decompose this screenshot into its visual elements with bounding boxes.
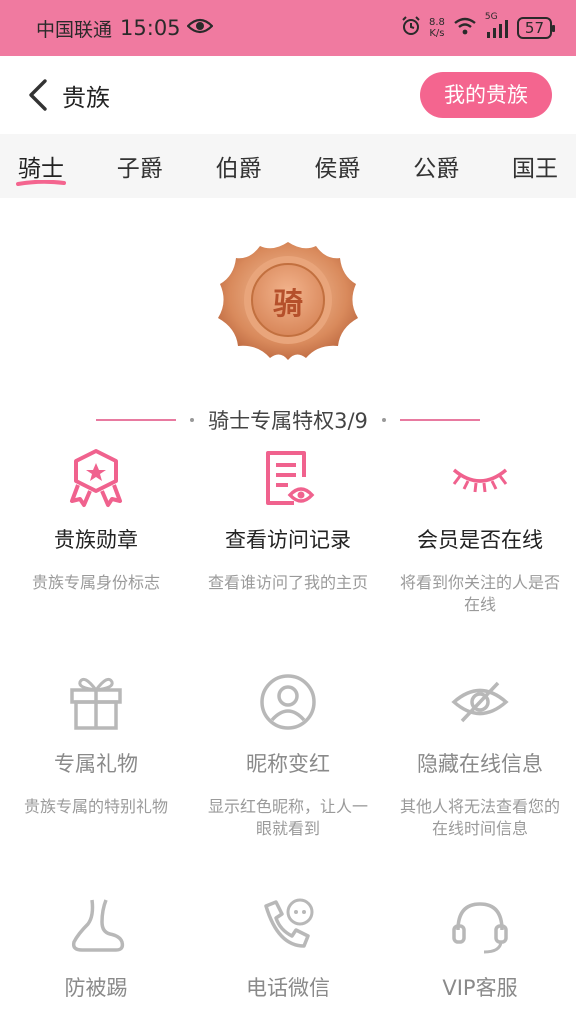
divider-line [399,419,480,421]
tab-label: 国王 [511,156,558,182]
privilege-item[interactable]: VIP客服 [384,894,576,1024]
net-speed-value: 8.8 [429,17,445,28]
tab-label: 侯爵 [314,156,361,182]
knight-medal: 骑 [208,232,368,372]
eye-status-icon [185,17,214,39]
privilege-name: 查看访问记录 [225,528,351,552]
net-speed: 8.8 K/s [429,17,445,39]
divider-dot [190,418,195,422]
privilege-desc: 贵族专属的特别礼物 [23,797,168,816]
tab-duke[interactable]: 公爵 [413,145,459,187]
tab-label: 伯爵 [215,156,262,182]
privilege-section-header: 骑士专属特权3/9 [0,402,576,438]
privilege-name: 昵称变红 [246,752,330,776]
back-button[interactable] [24,75,52,115]
visitor-record-icon [256,446,320,510]
tab-label: 骑士 [18,156,64,182]
privilege-item[interactable]: 昵称变红 显示红色昵称，让人一眼就看到 [192,670,384,894]
privilege-item[interactable]: 会员是否在线 将看到你关注的人是否在线 [384,446,576,670]
carrier-label: 中国联通 [36,18,113,41]
rank-tabs: 骑士 子爵 伯爵 侯爵 公爵 国王 [0,134,576,198]
privilege-name: 专属礼物 [54,752,138,776]
tab-label: 公爵 [413,156,460,182]
privilege-desc: 查看谁访问了我的主页 [208,573,369,592]
badge-icon [64,446,128,510]
privilege-item[interactable]: 专属礼物 贵族专属的特别礼物 [0,670,192,894]
tab-label: 子爵 [116,156,163,182]
privilege-item[interactable]: 查看访问记录 查看谁访问了我的主页 [192,446,384,670]
section-title: 骑士专属特权3/9 [208,409,368,433]
gift-icon [64,670,128,734]
privilege-item[interactable]: 防被踢 [0,894,192,1024]
privilege-name: 电话微信 [246,976,330,1000]
privilege-name: VIP客服 [442,976,518,1000]
privilege-desc: 贵族专属身份标志 [31,573,160,592]
page-title: 贵族 [62,83,110,112]
divider-dot [381,418,386,422]
privilege-name: 贵族勋章 [54,528,138,552]
status-time: 15:05 [120,16,181,40]
privilege-item[interactable]: 贵族勋章 贵族专属身份标志 [0,446,192,670]
medal-char: 骑 [273,287,303,322]
user-icon [256,670,320,734]
tab-viscount[interactable]: 子爵 [117,145,163,187]
privilege-item[interactable]: 电话微信 [192,894,384,1024]
signal-icon: 5G [485,12,509,38]
status-bar: 中国联通 15:05 8.8 K/s 5G 57 [0,0,576,56]
wifi-icon [453,17,477,39]
net-speed-unit: K/s [429,28,445,39]
tab-king[interactable]: 国王 [512,145,558,187]
eye-closed-icon [448,446,512,510]
privilege-item[interactable]: 隐藏在线信息 其他人将无法查看您的在线时间信息 [384,670,576,894]
headset-icon [448,894,512,958]
privilege-name: 隐藏在线信息 [417,752,543,776]
battery-indicator: 57 [516,17,556,39]
tab-knight[interactable]: 骑士 [16,145,66,187]
chevron-left-icon [29,79,47,111]
privilege-desc: 其他人将无法查看您的在线时间信息 [400,797,561,838]
eye-hidden-icon [448,670,512,734]
header: 贵族 我的贵族 [0,56,576,134]
alarm-icon [401,16,421,40]
network-type: 5G [484,12,498,22]
privilege-name: 会员是否在线 [417,528,543,552]
my-noble-button[interactable]: 我的贵族 [420,72,552,118]
privilege-grid: 贵族勋章 贵族专属身份标志 查看访问记录 查看谁访问了我的主页 会员是否在线 将… [0,446,576,1024]
divider-line [96,419,177,421]
privilege-name: 防被踢 [64,976,128,1000]
foot-icon [64,894,128,958]
privilege-desc: 将看到你关注的人是否在线 [400,573,561,614]
tab-earl[interactable]: 伯爵 [216,145,262,187]
tab-marquis[interactable]: 侯爵 [314,145,360,187]
phone-wechat-icon [256,894,320,958]
privilege-desc: 显示红色昵称，让人一眼就看到 [208,797,369,838]
